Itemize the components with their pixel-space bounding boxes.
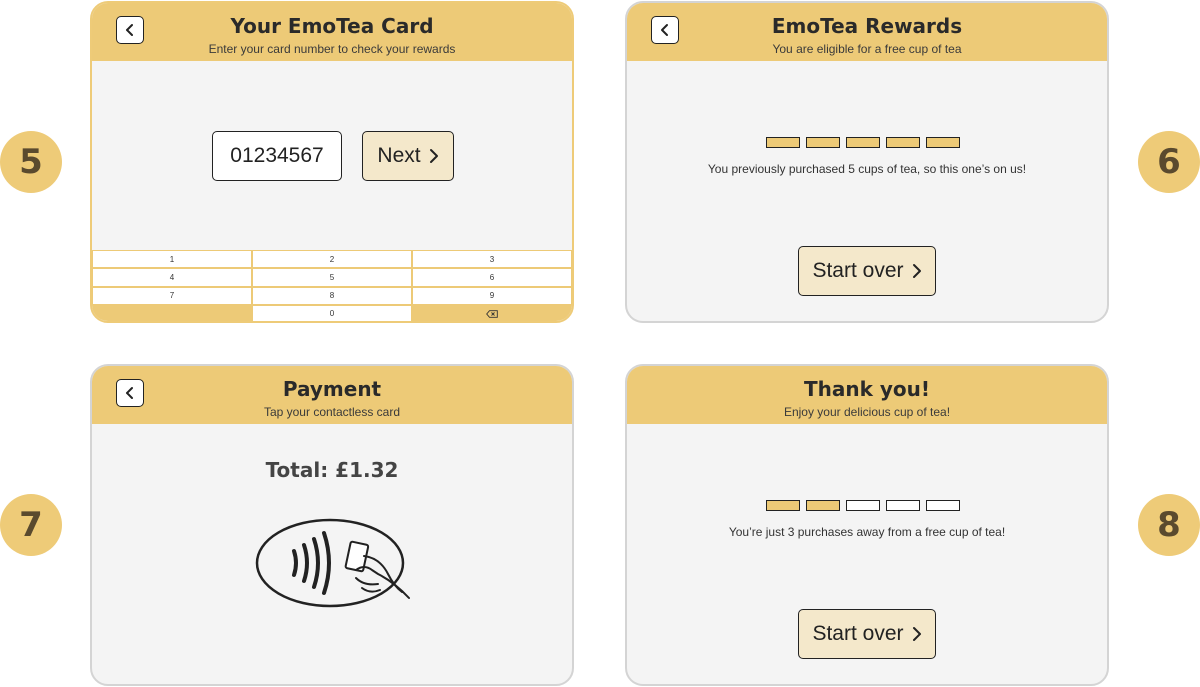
page-subtitle: Enjoy your delicious cup of tea!: [783, 405, 951, 419]
payment-screen: Payment Tap your contactless card Total:…: [90, 364, 574, 686]
contactless-payment-icon: [255, 518, 410, 608]
numeric-keypad: 1 2 3 4 5 6 7 8 9 0: [92, 250, 572, 321]
reward-stamp: [846, 137, 880, 148]
step-badge-7: 7: [0, 494, 62, 556]
reward-stamp: [806, 137, 840, 148]
page-subtitle: You are eligible for a free cup of tea: [772, 42, 962, 56]
key-3[interactable]: 3: [413, 251, 571, 268]
key-9[interactable]: 9: [413, 287, 571, 304]
key-4[interactable]: 4: [93, 269, 251, 286]
reward-progress: [766, 137, 960, 148]
reward-stamp: [926, 500, 960, 511]
step-badge-5: 5: [0, 131, 62, 193]
step-badge-6: 6: [1138, 131, 1200, 193]
start-over-label: Start over: [812, 259, 904, 282]
chevron-right-icon: [912, 264, 921, 278]
reward-stamp: [886, 137, 920, 148]
key-0[interactable]: 0: [253, 305, 411, 321]
start-over-button[interactable]: Start over: [798, 609, 936, 659]
payment-total: Total: £1.32: [265, 458, 399, 482]
reward-progress: [766, 500, 960, 511]
chevron-right-icon: [429, 149, 438, 163]
key-empty: [93, 306, 251, 321]
reward-stamp: [766, 137, 800, 148]
reward-stamp: [806, 500, 840, 511]
chevron-right-icon: [912, 627, 921, 641]
reward-message: You previously purchased 5 cups of tea, …: [707, 162, 1027, 176]
reward-stamp: [846, 500, 880, 511]
key-6[interactable]: 6: [413, 269, 571, 286]
page-subtitle: Tap your contactless card: [263, 405, 401, 419]
page-title: Thank you!: [803, 377, 930, 401]
next-button[interactable]: Next: [362, 131, 454, 181]
page-title: Payment: [282, 377, 382, 401]
screen-header: Thank you! Enjoy your delicious cup of t…: [627, 366, 1107, 424]
backspace-key[interactable]: [413, 306, 571, 321]
page-title: EmoTea Rewards: [771, 14, 963, 38]
rewards-screen: EmoTea Rewards You are eligible for a fr…: [625, 1, 1109, 323]
screen-header: Your EmoTea Card Enter your card number …: [92, 3, 572, 61]
backspace-icon: [486, 310, 498, 318]
start-over-button[interactable]: Start over: [798, 246, 936, 296]
reward-message: You’re just 3 purchases away from a free…: [728, 525, 1006, 539]
screen-header: EmoTea Rewards You are eligible for a fr…: [627, 3, 1107, 61]
thank-you-screen: Thank you! Enjoy your delicious cup of t…: [625, 364, 1109, 686]
reward-stamp: [926, 137, 960, 148]
card-entry-screen: Your EmoTea Card Enter your card number …: [90, 1, 574, 323]
key-5[interactable]: 5: [253, 269, 411, 286]
page-title: Your EmoTea Card: [230, 14, 434, 38]
screen-header: Payment Tap your contactless card: [92, 366, 572, 424]
key-2[interactable]: 2: [253, 251, 411, 268]
card-number-field[interactable]: 01234567: [212, 131, 342, 181]
key-8[interactable]: 8: [253, 287, 411, 304]
reward-stamp: [766, 500, 800, 511]
page-subtitle: Enter your card number to check your rew…: [208, 42, 456, 56]
start-over-label: Start over: [812, 622, 904, 645]
key-1[interactable]: 1: [93, 251, 251, 268]
step-badge-8: 8: [1138, 494, 1200, 556]
next-button-label: Next: [377, 144, 421, 167]
key-7[interactable]: 7: [93, 287, 251, 304]
reward-stamp: [886, 500, 920, 511]
